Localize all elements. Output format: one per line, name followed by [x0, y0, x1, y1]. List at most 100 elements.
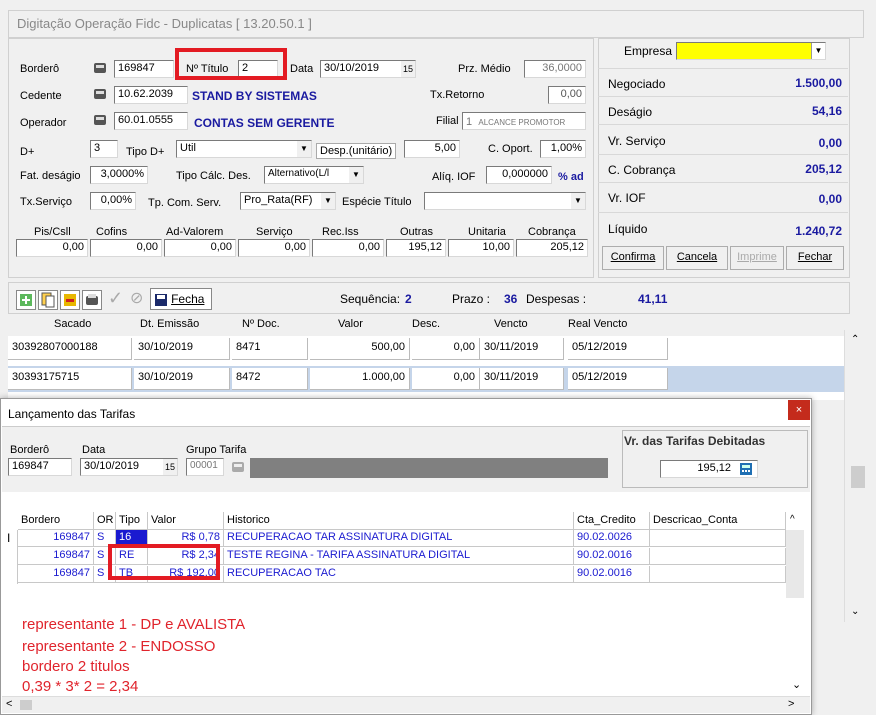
table-cell[interactable]: 169847	[18, 548, 94, 565]
scroll-thumb[interactable]	[851, 466, 865, 488]
tipo-d-select[interactable]: Util ▼	[176, 140, 312, 158]
table-row-selected[interactable]: 30393175715 30/10/2019 8472 1.000,00 0,0…	[8, 366, 844, 392]
table-cell[interactable]: 90.02.0016	[574, 566, 650, 583]
vertical-scrollbar[interactable]: ⌃ ⌄	[844, 330, 868, 622]
column-header[interactable]: Nº Doc.	[242, 318, 280, 330]
scroll-up-icon[interactable]: ^	[790, 514, 795, 525]
lookup-icon[interactable]	[92, 86, 108, 102]
lookup-icon[interactable]	[92, 60, 108, 76]
table-cell[interactable]: 90.02.0016	[574, 548, 650, 565]
fecha-button[interactable]: Fecha	[150, 288, 212, 310]
copy-icon[interactable]	[38, 290, 58, 310]
especie-select[interactable]: ▼	[424, 192, 586, 210]
d-plus-field[interactable]: 3	[90, 140, 118, 158]
calendar-icon[interactable]: 15	[401, 61, 415, 77]
tipo-calc-select[interactable]: Alternativo(L/l ▼	[264, 166, 364, 184]
tx-servico-field[interactable]: 0,00%	[90, 192, 136, 210]
filial-field[interactable]: 1 ALCANCE PROMOTOR	[462, 112, 586, 130]
column-header[interactable]: Cta_Credito	[574, 512, 650, 530]
lookup-icon[interactable]	[92, 112, 108, 128]
tarifas-bordero-field[interactable]: 169847	[8, 458, 72, 476]
chevron-down-icon[interactable]: ▼	[811, 43, 825, 59]
tx-retorno-field[interactable]: 0,00	[548, 86, 586, 104]
table-cell[interactable]	[650, 530, 786, 547]
column-header[interactable]: Desc.	[412, 318, 440, 330]
scroll-down-icon[interactable]: ⌄	[851, 606, 859, 617]
scroll-up-icon[interactable]: ⌃	[851, 334, 859, 345]
tax-field[interactable]: 0,00	[238, 239, 310, 257]
scroll-left-icon[interactable]: <	[6, 698, 12, 710]
table-cell[interactable]: TESTE REGINA - TARIFA ASSINATURA DIGITAL	[224, 548, 574, 565]
lookup-icon[interactable]	[230, 459, 246, 475]
scroll-down-icon[interactable]: ⌄	[792, 678, 801, 691]
table-cell[interactable]: RECUPERACAO TAC	[224, 566, 574, 583]
column-header[interactable]: Valor	[148, 512, 224, 530]
column-header[interactable]: OR	[94, 512, 116, 530]
chevron-down-icon[interactable]: ▼	[571, 193, 585, 209]
grupo-tarifa-field[interactable]: 00001	[186, 458, 224, 476]
horizontal-scrollbar[interactable]: < >	[2, 696, 810, 713]
calculator-icon[interactable]	[738, 461, 754, 477]
operador-code-field[interactable]: 60.01.0555	[114, 112, 188, 130]
scroll-thumb[interactable]	[20, 700, 32, 710]
tax-field[interactable]: 10,00	[448, 239, 514, 257]
print-icon[interactable]	[82, 290, 102, 310]
column-header[interactable]: Vencto	[494, 318, 528, 330]
bordero-field[interactable]: 169847	[114, 60, 174, 78]
table-cell[interactable]	[650, 548, 786, 565]
c-oport-field[interactable]: 1,00%	[540, 140, 586, 158]
check-icon[interactable]: ✓	[108, 288, 123, 309]
desp-unit-field[interactable]: 5,00	[404, 140, 460, 158]
chevron-down-icon[interactable]: ▼	[321, 193, 335, 209]
imprime-button[interactable]: Imprime	[730, 246, 784, 270]
table-cell[interactable]: 8471	[232, 338, 308, 360]
column-header[interactable]: Valor	[338, 318, 363, 330]
table-cell[interactable]: 30/10/2019	[134, 338, 230, 360]
column-header[interactable]: Real Vencto	[568, 318, 627, 330]
chevron-down-icon[interactable]: ▼	[349, 167, 363, 183]
table-cell[interactable]: 0,00	[412, 368, 480, 390]
table-cell[interactable]: 90.02.0026	[574, 530, 650, 547]
column-header[interactable]: Bordero	[18, 512, 94, 530]
scroll-right-icon[interactable]: >	[788, 698, 794, 710]
table-cell[interactable]: 8472	[232, 368, 308, 390]
close-icon[interactable]: ×	[788, 400, 810, 420]
confirma-button[interactable]: Confirma	[602, 246, 664, 270]
table-cell[interactable]: 500,00	[310, 338, 410, 360]
table-cell[interactable]: 05/12/2019	[568, 368, 668, 390]
calendar-icon[interactable]: 15	[163, 459, 177, 475]
tax-field[interactable]: 0,00	[16, 239, 88, 257]
table-cell[interactable]: 169847	[18, 566, 94, 583]
tax-field[interactable]: 0,00	[90, 239, 162, 257]
fat-desagio-field[interactable]: 3,0000%	[90, 166, 148, 184]
cancel-icon[interactable]: ⊘	[130, 288, 143, 308]
table-cell[interactable]: 30/11/2019	[480, 368, 564, 390]
column-header[interactable]: Historico	[224, 512, 574, 530]
table-cell[interactable]	[650, 566, 786, 583]
table-cell[interactable]: 30392807000188	[8, 338, 132, 360]
table-row[interactable]: 30392807000188 30/10/2019 8471 500,00 0,…	[8, 338, 844, 360]
chevron-down-icon[interactable]: ▼	[297, 141, 311, 157]
delete-icon[interactable]	[60, 290, 80, 310]
column-header[interactable]: Descricao_Conta	[650, 512, 786, 530]
add-icon[interactable]	[16, 290, 36, 310]
cancela-button[interactable]: Cancela	[666, 246, 728, 270]
empresa-select[interactable]: ▼	[676, 42, 826, 60]
tax-field[interactable]: 195,12	[386, 239, 446, 257]
table-cell[interactable]: RECUPERACAO TAR ASSINATURA DIGITAL	[224, 530, 574, 547]
table-cell[interactable]: 0,00	[412, 338, 480, 360]
data-field[interactable]: 30/10/2019 15	[320, 60, 416, 78]
tarifas-data-field[interactable]: 30/10/2019 15	[80, 458, 178, 476]
cedente-code-field[interactable]: 10.62.2039	[114, 86, 188, 104]
table-cell[interactable]: 169847	[18, 530, 94, 547]
fechar-button[interactable]: Fechar	[786, 246, 844, 270]
table-cell[interactable]: 30/11/2019	[480, 338, 564, 360]
column-header[interactable]: Sacado	[54, 318, 91, 330]
column-header[interactable]: Dt. Emissão	[140, 318, 199, 330]
table-cell[interactable]: 30393175715	[8, 368, 132, 390]
table-cell[interactable]: 30/10/2019	[134, 368, 230, 390]
table-cell[interactable]: 1.000,00	[310, 368, 410, 390]
tax-field[interactable]: 0,00	[164, 239, 236, 257]
aliq-iof-field[interactable]: 0,000000	[486, 166, 552, 184]
tax-field[interactable]: 0,00	[312, 239, 384, 257]
